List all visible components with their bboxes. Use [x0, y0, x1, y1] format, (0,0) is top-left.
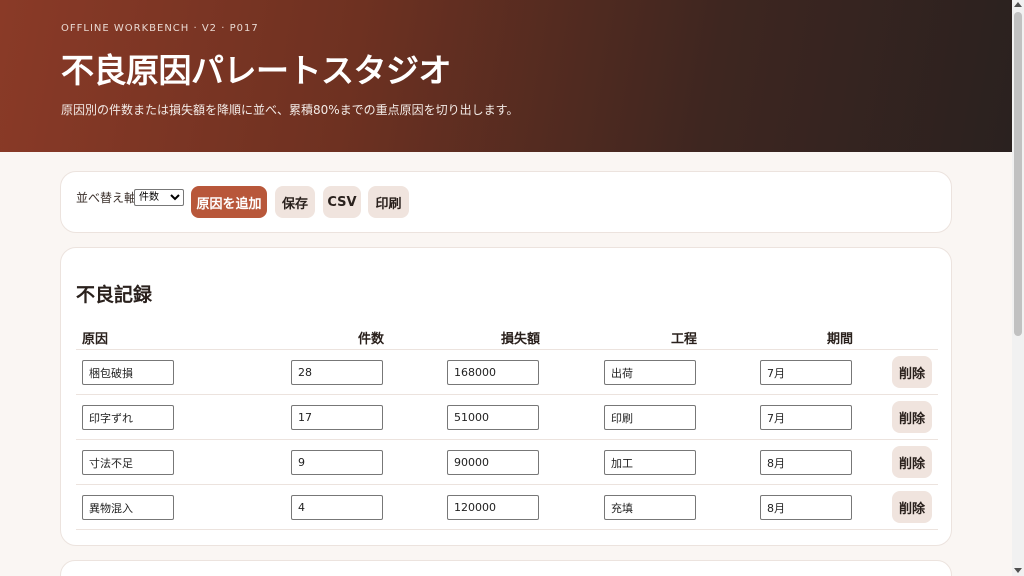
cause-input[interactable]: [82, 405, 174, 430]
count-input[interactable]: [291, 360, 383, 385]
csv-button[interactable]: CSV: [323, 186, 361, 218]
loss-input[interactable]: [447, 360, 539, 385]
process-input[interactable]: [604, 360, 696, 385]
print-button[interactable]: 印刷: [368, 186, 409, 218]
sort-axis-label: 並べ替え軸: [76, 191, 137, 205]
period-input[interactable]: [760, 495, 852, 520]
page-subtitle: 原因別の件数または損失額を降順に並べ、累積80%までの重点原因を切り出します。: [61, 103, 519, 117]
header-loss: 損失額: [501, 332, 541, 347]
header-period: 期間: [827, 332, 854, 347]
count-input[interactable]: [291, 495, 383, 520]
scroll-down-arrow-icon[interactable]: [1014, 568, 1022, 573]
table-row: 削除: [76, 350, 938, 395]
add-cause-button[interactable]: 原因を追加: [191, 186, 267, 218]
process-input[interactable]: [604, 495, 696, 520]
scrollbar-thumb[interactable]: [1014, 12, 1022, 336]
table-row: 削除: [76, 440, 938, 485]
delete-row-button[interactable]: 削除: [892, 446, 932, 478]
sort-axis-select[interactable]: 件数: [134, 189, 184, 206]
records-card: 不良記録 原因 件数 損失額 工程 期間 削除 削除 削除 削除: [60, 247, 952, 546]
header-cause: 原因: [82, 332, 109, 347]
period-input[interactable]: [760, 360, 852, 385]
period-input[interactable]: [760, 450, 852, 475]
scroll-up-arrow-icon[interactable]: [1014, 2, 1022, 7]
process-input[interactable]: [604, 450, 696, 475]
header-process: 工程: [671, 332, 698, 347]
loss-input[interactable]: [447, 495, 539, 520]
delete-row-button[interactable]: 削除: [892, 356, 932, 388]
header-count: 件数: [358, 332, 385, 347]
delete-row-button[interactable]: 削除: [892, 491, 932, 523]
save-button[interactable]: 保存: [275, 186, 315, 218]
toolbar-card: 並べ替え軸 件数 原因を追加 保存 CSV 印刷: [60, 171, 952, 233]
period-input[interactable]: [760, 405, 852, 430]
loss-input[interactable]: [447, 405, 539, 430]
table-header: 原因 件数 損失額 工程 期間: [76, 320, 938, 350]
loss-input[interactable]: [447, 450, 539, 475]
records-title: 不良記録: [76, 284, 153, 306]
vertical-scrollbar[interactable]: [1012, 0, 1024, 576]
app-eyebrow: OFFLINE WORKBENCH · V2 · P017: [61, 23, 259, 34]
delete-row-button[interactable]: 削除: [892, 401, 932, 433]
count-input[interactable]: [291, 405, 383, 430]
cause-input[interactable]: [82, 360, 174, 385]
table-row: 削除: [76, 485, 938, 530]
next-section-card: [60, 560, 952, 576]
hero-header: OFFLINE WORKBENCH · V2 · P017 不良原因パレートスタ…: [0, 0, 1012, 152]
table-row: 削除: [76, 395, 938, 440]
page-title: 不良原因パレートスタジオ: [61, 51, 452, 90]
cause-input[interactable]: [82, 495, 174, 520]
cause-input[interactable]: [82, 450, 174, 475]
process-input[interactable]: [604, 405, 696, 430]
count-input[interactable]: [291, 450, 383, 475]
